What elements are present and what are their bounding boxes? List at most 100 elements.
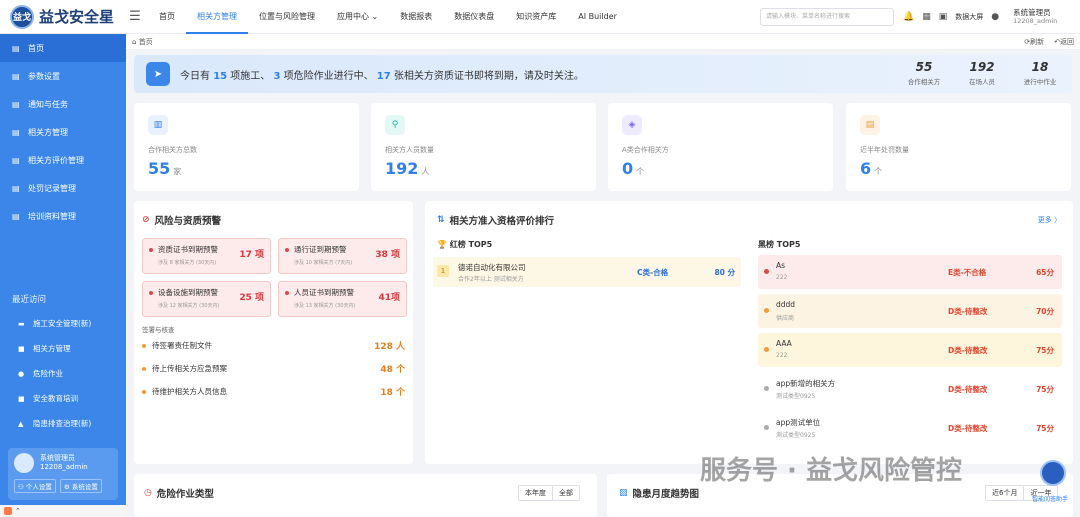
user-icon[interactable]: ●: [991, 12, 999, 22]
recent-item-hidden-danger[interactable]: ▲ 隐患排查治理(新): [0, 411, 126, 436]
nav-item-related-party[interactable]: 相关方管理: [186, 0, 248, 34]
nav-item-knowledge[interactable]: 知识资产库: [505, 0, 567, 34]
search-input[interactable]: 请输入模块、菜单名称进行搜索: [760, 8, 894, 26]
dot-icon: [764, 425, 769, 430]
nav-item-location-risk[interactable]: 位置与风险管理: [248, 0, 326, 34]
nav-item-dashboard[interactable]: 数据仪表盘: [443, 0, 505, 34]
segment-this-year[interactable]: 本年度: [519, 486, 553, 500]
black-row-grade: D类-待整改: [948, 307, 988, 316]
red-row-score: 80 分: [714, 268, 735, 277]
sidebar-item-home[interactable]: ▤ 首页: [0, 34, 126, 62]
sidebar-item-penalty[interactable]: ▤ 处罚记录管理: [0, 174, 126, 202]
sign-row[interactable]: 待维护相关方人员信息 18 个: [142, 380, 405, 403]
segment-six-months[interactable]: 近6个月: [986, 486, 1025, 500]
risk-grid: 资质证书到期预警 涉及 8 家相关方 (30天内) 17 项 通行证到期预警 涉…: [142, 238, 407, 317]
black-row-name: AAA: [776, 339, 792, 348]
sidebar-footer: ⌃: [0, 505, 126, 517]
kpi-number: 55: [148, 159, 171, 178]
black-row-name: app新增的相关方: [776, 379, 836, 388]
app-logo[interactable]: 益戈 益戈安全星: [0, 4, 122, 29]
hazard-type-panel: ◷ 危险作业类型 本年度 全部: [134, 474, 597, 517]
system-settings-label: 系统设置: [71, 483, 98, 491]
nav-item-ai-builder[interactable]: AI Builder: [567, 0, 628, 34]
kpi-label: 近半年处罚数量: [860, 146, 909, 154]
square-icon: ■: [18, 394, 25, 403]
recent-item-safety-training[interactable]: ■ 安全教育培训: [0, 386, 126, 411]
recent-item-label: 危险作业: [33, 369, 63, 378]
menu-toggle-icon[interactable]: ☰: [122, 9, 148, 24]
input-method-icon[interactable]: [4, 507, 12, 515]
black-list-row[interactable]: AAA 222 D类-待整改 75分: [758, 333, 1062, 367]
top-right-tools: 🔔 ▦ ▣ 数据大屏 ● 系统管理员 12208_admin: [903, 0, 1057, 34]
black-row-score: 65分: [1036, 268, 1054, 277]
recent-item-construction[interactable]: ▬ 施工安全管理(新): [0, 311, 126, 336]
recent-item-hazard-work[interactable]: ● 危险作业: [0, 361, 126, 386]
header-user-name: 系统管理员: [1013, 8, 1051, 17]
sign-row[interactable]: 待上传相关方应急预案 48 个: [142, 357, 405, 380]
qrcode-icon[interactable]: ▦: [922, 12, 931, 22]
breadcrumb-home-label: 首页: [138, 37, 153, 46]
dot-icon: [142, 366, 146, 371]
risk-card-value: 41项: [378, 293, 400, 303]
black-list-row[interactable]: As 222 E类-不合格 65分: [758, 255, 1062, 289]
risk-card[interactable]: 设备设施到期预警 涉及 12 家相关方 (30天内) 25 项: [142, 281, 271, 317]
bell-icon[interactable]: 🔔: [903, 12, 914, 22]
recent-item-related-party[interactable]: ■ 相关方管理: [0, 336, 126, 361]
nav-item-app-center-label: 应用中心: [337, 11, 369, 21]
kpi-card-penalties[interactable]: ▤ 近半年处罚数量 6个: [846, 103, 1071, 191]
sidebar-item-evaluation[interactable]: ▤ 相关方评价管理: [0, 146, 126, 174]
nav-item-reports[interactable]: 数据报表: [389, 0, 443, 34]
sidebar-item-notices[interactable]: ▤ 通知与任务: [0, 90, 126, 118]
rank-badge: 1: [437, 265, 449, 277]
building-icon: ▥: [148, 115, 168, 135]
personal-settings-button[interactable]: ⚇ 个人设置: [14, 479, 56, 493]
red-list-row[interactable]: 1 德诺自动化有限公司 合作2年以上 测试相关方 C类-合格 80 分: [433, 257, 741, 287]
black-row-score: 75分: [1036, 346, 1054, 355]
kpi-card-personnel[interactable]: ⚲ 相关方人员数量 192 人: [371, 103, 596, 191]
sidebar-item-training[interactable]: ▤ 培训资料管理: [0, 202, 126, 230]
risk-card[interactable]: 人员证书到期预警 涉及 13 家相关方 (30天内) 41项: [278, 281, 407, 317]
risk-card[interactable]: 资质证书到期预警 涉及 8 家相关方 (30天内) 17 项: [142, 238, 271, 274]
banner-text-part: 今日有: [180, 70, 214, 82]
sidebar-item-related-party[interactable]: ▤ 相关方管理: [0, 118, 126, 146]
square-icon: ■: [18, 344, 25, 353]
caret-icon[interactable]: ⌃: [15, 507, 21, 515]
black-row-grade: D类-待整改: [948, 424, 988, 433]
breadcrumb: ⌂ 首页 ⟳刷新 ↶返回: [126, 34, 1080, 50]
avatar[interactable]: [14, 453, 34, 473]
dashboard-screen-link[interactable]: 数据大屏: [955, 12, 983, 22]
risk-card[interactable]: 通行证到期预警 涉及 10 家相关方 (7天内) 38 项: [278, 238, 407, 274]
kpi-card-class-a[interactable]: ◈ A类合作相关方 0个: [608, 103, 833, 191]
black-list-row[interactable]: dddd 供应商 D类-待整改 70分: [758, 294, 1062, 328]
hazard-type-title-text: 危险作业类型: [156, 489, 214, 500]
monitor-icon[interactable]: ▣: [939, 12, 948, 22]
system-settings-button[interactable]: ⚙ 系统设置: [59, 479, 102, 493]
assistant-label[interactable]: 智能问答助手: [1032, 494, 1068, 503]
back-button[interactable]: ↶返回: [1054, 37, 1074, 47]
sign-row[interactable]: 待签署责任制文件 128 人: [142, 334, 405, 357]
kpi-unit: 人: [421, 167, 430, 176]
medal-icon: ◈: [622, 115, 642, 135]
kpi-value: 192 人: [385, 159, 582, 178]
refresh-button[interactable]: ⟳刷新: [1024, 37, 1044, 47]
trend-title-text: 隐患月度趋势图: [632, 489, 700, 500]
dot-icon: [142, 343, 146, 348]
assistant-robot-icon[interactable]: [1040, 460, 1066, 486]
breadcrumb-home[interactable]: ⌂ 首页: [132, 37, 153, 47]
red-row-name: 德诺自动化有限公司: [458, 263, 526, 272]
user-icon: ⚇: [18, 483, 24, 491]
sidebar-item-settings[interactable]: ▤ 参数设置: [0, 62, 126, 90]
risk-card-value: 17 项: [239, 250, 264, 260]
nav-item-home[interactable]: 首页: [148, 0, 186, 34]
header-user[interactable]: 系统管理员 12208_admin: [1013, 8, 1057, 26]
segment-all[interactable]: 全部: [553, 486, 579, 500]
document-icon: ▤: [12, 99, 20, 109]
sidebar-item-label: 参数设置: [28, 71, 60, 81]
nav-item-app-center[interactable]: 应用中心 ⌄: [326, 0, 389, 34]
black-list-row[interactable]: app新增的相关方 测试类型0925 D类-待整改 75分: [758, 372, 1062, 406]
more-link[interactable]: 更多 〉: [1038, 215, 1061, 225]
kpi-card-partners[interactable]: ▥ 合作相关方总数 55 家: [134, 103, 359, 191]
black-list-row[interactable]: app测试单位 测试类型0925 D类-待整改 75分: [758, 411, 1062, 445]
sidebar-user-id: 12208_admin: [40, 463, 88, 471]
document-icon: ▤: [12, 183, 20, 193]
